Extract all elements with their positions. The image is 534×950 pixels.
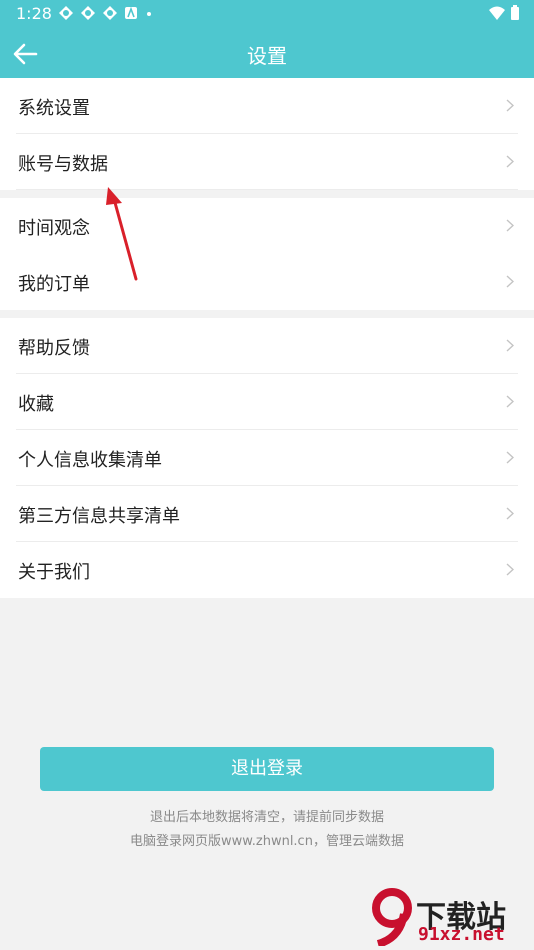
menu-item-label: 收藏 [18,394,54,415]
settings-group-account: 系统设置 账号与数据 [0,78,534,190]
battery-icon [511,5,519,20]
status-system-icons [488,5,520,21]
menu-item-help-feedback[interactable]: 帮助反馈 [0,318,534,374]
app-notification-icon [81,6,95,20]
chevron-right-icon [506,219,514,232]
menu-item-label: 帮助反馈 [18,338,90,359]
chevron-right-icon [506,507,514,520]
dot-notification-icon [147,12,151,16]
chevron-right-icon [506,99,514,112]
chevron-right-icon [506,451,514,464]
menu-item-label: 第三方信息共享清单 [18,506,180,527]
menu-item-label: 个人信息收集清单 [18,450,162,471]
menu-item-label: 账号与数据 [18,154,108,175]
menu-item-about-us[interactable]: 关于我们 [0,542,534,598]
app-bar: 设置 [0,28,534,78]
wifi-icon [489,6,505,20]
site-watermark: 下载站 91xz.net [370,888,530,948]
menu-item-favorites[interactable]: 收藏 [0,374,534,430]
menu-item-third-party-sharing-list[interactable]: 第三方信息共享清单 [0,486,534,542]
chevron-right-icon [506,275,514,288]
watermark-logo-icon [372,888,412,946]
logout-tip-line-1: 退出后本地数据将清空，请提前同步数据 [149,810,384,825]
status-time: 1:28 [16,4,52,23]
chevron-right-icon [506,395,514,408]
menu-item-label: 关于我们 [18,562,90,583]
menu-item-label: 时间观念 [18,218,90,239]
menu-item-personal-info-list[interactable]: 个人信息收集清单 [0,430,534,486]
settings-group-time: 时间观念 我的订单 [0,198,534,310]
menu-item-account-data[interactable]: 账号与数据 [0,134,534,190]
logout-button[interactable]: 退出登录 [40,747,494,791]
menu-item-label: 我的订单 [18,274,90,295]
chevron-right-icon [506,155,514,168]
settings-group-misc: 帮助反馈 收藏 个人信息收集清单 第三方信息共享清单 关于我们 [0,318,534,598]
divider [16,189,518,190]
logout-tip-line-2: 电脑登录网页版www.zhwnl.cn，管理云端数据 [130,834,404,849]
app-notification-icon [103,6,117,20]
annotation-arrow-icon [106,187,138,281]
menu-item-system-settings[interactable]: 系统设置 [0,78,534,134]
chevron-right-icon [506,563,514,576]
watermark-url: 91xz.net [418,924,505,945]
page-title: 设置 [247,44,287,68]
menu-item-label: 系统设置 [18,98,90,119]
app-notification-icon [59,6,73,20]
status-bar: 1:28 [0,0,534,28]
status-notification-icons [58,5,154,21]
menu-item-my-orders[interactable]: 我的订单 [0,254,534,310]
font-notification-icon [125,6,137,19]
chevron-right-icon [506,339,514,352]
menu-item-time-concept[interactable]: 时间观念 [0,198,534,254]
